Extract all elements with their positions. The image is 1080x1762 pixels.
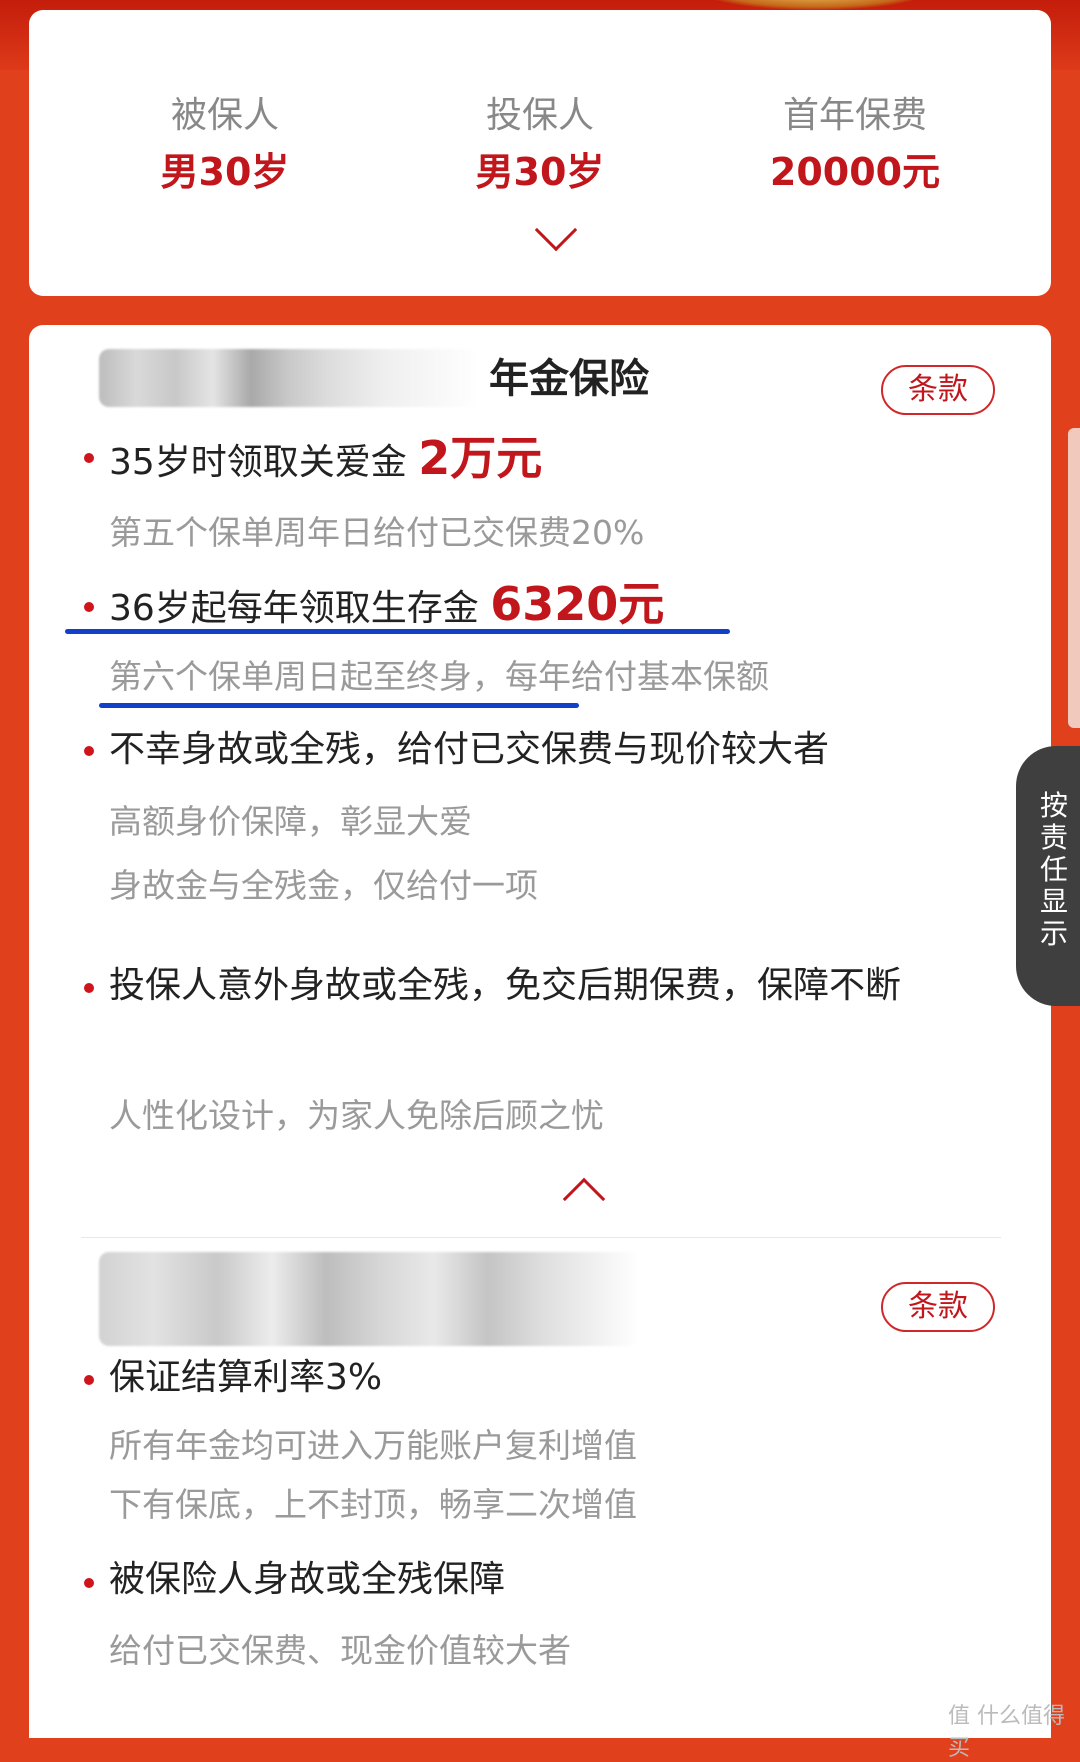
bullet-icon xyxy=(84,453,94,463)
show-by-coverage-tab[interactable]: 按责任显示 xyxy=(1016,746,1080,1006)
care-fund-sub: 第五个保单周年日给付已交保费20% xyxy=(109,513,645,552)
item-highlight: 2万元 xyxy=(418,431,543,485)
policyholder-value: 男30岁 xyxy=(475,150,605,194)
bullet-icon xyxy=(84,983,94,993)
product-card: 年金保险 条款 35岁时领取关爱金 2万元 第五个保单周年日给付已交保费20% … xyxy=(29,325,1051,1738)
bullet-icon xyxy=(84,602,94,612)
summary-card: 被保人 男30岁 投保人 男30岁 首年保费 20000元 xyxy=(29,10,1051,296)
premium-label: 首年保费 xyxy=(782,95,927,136)
premium-value: 20000元 xyxy=(769,150,941,194)
chevron-down-icon[interactable] xyxy=(534,208,578,252)
product-title: 年金保险 xyxy=(489,356,649,402)
watermark: 值 什么值得买 xyxy=(948,1704,1065,1761)
care-fund-item: 35岁时领取关爱金 2万元 xyxy=(109,429,542,492)
death-benefit-sub: 高额身价保障，彰显大爱 xyxy=(109,802,472,841)
terms-button[interactable]: 条款 xyxy=(881,365,995,415)
bullet-icon xyxy=(84,1578,94,1588)
premium-summary[interactable]: 首年保费 20000元 xyxy=(705,94,1005,196)
annotation-underline xyxy=(65,629,730,634)
policyholder-summary[interactable]: 投保人 男30岁 xyxy=(390,94,690,196)
survival-fund-sub: 第六个保单周日起至终身，每年给付基本保额 xyxy=(109,657,769,696)
item-text: 35岁时领取关爱金 xyxy=(109,442,419,483)
waiver-item: 投保人意外身故或全残，免交后期保费，保障不断 xyxy=(109,965,902,1006)
insured-death-sub: 给付已交保费、现金价值较大者 xyxy=(109,1631,571,1670)
chevron-up-icon[interactable] xyxy=(562,1177,606,1221)
item-highlight: 6320元 xyxy=(490,577,665,631)
side-tab-label: 按责任显示 xyxy=(1039,789,1068,950)
bullet-icon xyxy=(84,1375,94,1385)
terms-button[interactable]: 条款 xyxy=(881,1282,995,1332)
waiver-sub: 人性化设计，为家人免除后顾之忧 xyxy=(109,1096,604,1135)
death-benefit-item: 不幸身故或全残，给付已交保费与现价较大者 xyxy=(109,729,830,770)
guaranteed-rate-item: 保证结算利率3% xyxy=(109,1357,383,1398)
bullet-icon xyxy=(84,746,94,756)
death-benefit-sub: 身故金与全残金，仅给付一项 xyxy=(109,866,538,905)
insured-label: 被保人 xyxy=(170,95,279,136)
insured-death-item: 被保险人身故或全残保障 xyxy=(109,1559,506,1600)
policyholder-label: 投保人 xyxy=(485,95,594,136)
blurred-product-name xyxy=(99,1252,639,1346)
insured-value: 男30岁 xyxy=(160,150,290,194)
scroll-indicator[interactable] xyxy=(1068,428,1080,728)
banner-decoration xyxy=(700,0,930,10)
item-text: 36岁起每年领取生存金 xyxy=(109,588,491,629)
insured-summary[interactable]: 被保人 男30岁 xyxy=(75,94,375,196)
blurred-product-name xyxy=(99,349,479,407)
guaranteed-rate-sub: 下有保底，上不封顶，畅享二次增值 xyxy=(109,1485,637,1524)
annotation-underline xyxy=(99,703,579,708)
guaranteed-rate-sub: 所有年金均可进入万能账户复利增值 xyxy=(109,1426,637,1465)
divider xyxy=(81,1237,1001,1238)
